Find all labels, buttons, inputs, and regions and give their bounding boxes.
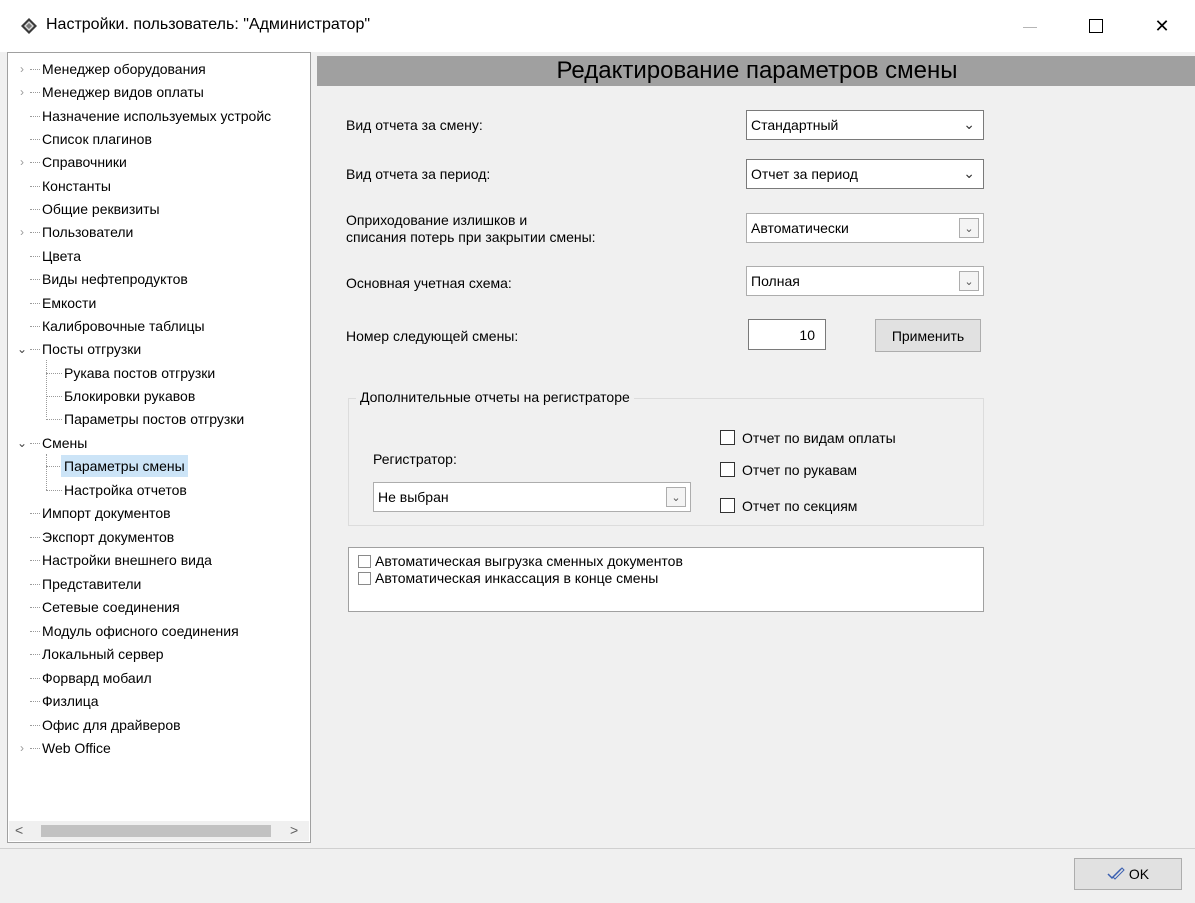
tree-item-plugins[interactable]: Список плагинов [42, 128, 152, 150]
apply-button[interactable]: Применить [875, 319, 981, 352]
scheme-label: Основная учетная схема: [346, 275, 512, 291]
group-title: Дополнительные отчеты на регистраторе [356, 389, 634, 405]
settings-tree[interactable]: › Менеджер оборудования › Менеджер видов… [7, 52, 311, 843]
hoses-report-label: Отчет по рукавам [742, 462, 858, 478]
tree-item-office-module[interactable]: Модуль офисного соединения [42, 620, 239, 642]
footer-bar [0, 848, 1195, 903]
chevron-down-icon: ⌄ [666, 487, 686, 507]
scheme-select[interactable]: Полная ⌄ [746, 266, 984, 296]
registrar-label: Регистратор: [373, 451, 457, 467]
close-button[interactable]: ✕ [1129, 0, 1195, 52]
auto-upload-checkbox[interactable] [358, 555, 371, 568]
payment-report-checkbox[interactable] [720, 430, 735, 445]
scroll-thumb[interactable] [41, 825, 271, 837]
diamond-app-icon [21, 18, 37, 34]
period-report-value: Отчет за период [751, 166, 858, 182]
tree-item-constants[interactable]: Константы [42, 175, 111, 197]
collapsed-chevron-icon[interactable]: › [16, 58, 28, 80]
chevron-down-icon: ⌄ [959, 271, 979, 291]
surplus-label-line2: списания потерь при закрытии смены: [346, 229, 596, 245]
ok-label: OK [1128, 866, 1150, 882]
tree-item-appearance[interactable]: Настройки внешнего вида [42, 549, 212, 571]
period-report-label: Вид отчета за период: [346, 166, 491, 182]
registrar-value: Не выбран [378, 489, 449, 505]
tree-item-export[interactable]: Экспорт документов [42, 526, 174, 548]
tree-item-representatives[interactable]: Представители [42, 573, 141, 595]
expanded-chevron-icon[interactable]: ⌄ [16, 338, 28, 360]
chevron-down-icon: ⌄ [963, 165, 975, 181]
collapsed-chevron-icon[interactable]: › [16, 737, 28, 759]
tree-item-calibration[interactable]: Калибровочные таблицы [42, 315, 205, 337]
ok-button[interactable]: OK [1074, 858, 1182, 890]
scroll-right-icon[interactable]: > [290, 822, 298, 838]
collapsed-chevron-icon[interactable]: › [16, 221, 28, 243]
close-icon: ✕ [1154, 15, 1170, 36]
tree-item-colors[interactable]: Цвета [42, 245, 81, 267]
tree-item-device-assignment[interactable]: Назначение используемых устройс [42, 105, 271, 127]
next-shift-input[interactable]: 10 [748, 319, 826, 350]
title-bar: Настройки. пользователь: "Администратор"… [0, 0, 1195, 52]
tree-item-individuals[interactable]: Физлица [42, 690, 99, 712]
sections-report-checkbox[interactable] [720, 498, 735, 513]
hoses-report-checkbox[interactable] [720, 462, 735, 477]
window-title: Настройки. пользователь: "Администратор" [46, 16, 371, 33]
registrar-select[interactable]: Не выбран ⌄ [373, 482, 691, 512]
next-shift-label: Номер следующей смены: [346, 328, 519, 344]
scroll-left-icon[interactable]: < [15, 822, 23, 838]
auto-collection-label: Автоматическая инкассация в конце смены [375, 570, 659, 586]
tree-item-directories[interactable]: Справочники [42, 151, 127, 173]
chevron-down-icon: ⌄ [963, 116, 975, 132]
tree-item-local-server[interactable]: Локальный сервер [42, 643, 164, 665]
tree-item-hose-locks[interactable]: Блокировки рукавов [64, 385, 195, 407]
shift-report-select[interactable]: Стандартный ⌄ [746, 110, 984, 140]
shift-report-label: Вид отчета за смену: [346, 117, 483, 133]
collapsed-chevron-icon[interactable]: › [16, 151, 28, 173]
tree-item-web-office[interactable]: Web Office [42, 737, 111, 759]
scheme-value: Полная [751, 273, 800, 289]
period-report-select[interactable]: Отчет за период ⌄ [746, 159, 984, 189]
payment-report-label: Отчет по видам оплаты [742, 430, 896, 446]
next-shift-value: 10 [799, 327, 815, 343]
tree-item-tanks[interactable]: Емкости [42, 292, 96, 314]
auto-upload-label: Автоматическая выгрузка сменных документ… [375, 553, 683, 569]
auto-collection-checkbox[interactable] [358, 572, 371, 585]
tree-item-shifts[interactable]: Смены [42, 432, 87, 454]
tree-item-driver-office[interactable]: Офис для драйверов [42, 714, 181, 736]
maximize-icon [1089, 19, 1103, 33]
expanded-chevron-icon[interactable]: ⌄ [16, 432, 28, 454]
tree-item-equipment-manager[interactable]: Менеджер оборудования [42, 58, 206, 80]
tree-item-report-settings[interactable]: Настройка отчетов [64, 479, 187, 501]
surplus-select[interactable]: Автоматически ⌄ [746, 213, 984, 243]
tree-item-import[interactable]: Импорт документов [42, 502, 171, 524]
checkmark-pencil-icon [1107, 867, 1125, 880]
maximize-button[interactable] [1063, 0, 1129, 52]
surplus-value: Автоматически [751, 220, 849, 236]
tree-item-payment-manager[interactable]: Менеджер видов оплаты [42, 81, 204, 103]
chevron-down-icon: ⌄ [959, 218, 979, 238]
tree-item-users[interactable]: Пользователи [42, 221, 133, 243]
minimize-icon: — [1023, 18, 1037, 34]
page-title: Редактирование параметров смены [556, 57, 958, 84]
tree-item-common-props[interactable]: Общие реквизиты [42, 198, 160, 220]
minimize-button[interactable]: — [997, 0, 1063, 52]
shift-report-value: Стандартный [751, 117, 839, 133]
tree-item-network[interactable]: Сетевые соединения [42, 596, 180, 618]
collapsed-chevron-icon[interactable]: › [16, 81, 28, 103]
tree-item-forward-mobile[interactable]: Форвард мобаил [42, 667, 152, 689]
tree-item-shift-params[interactable]: Параметры смены [61, 455, 188, 477]
horizontal-scrollbar[interactable]: < > [9, 821, 309, 841]
tree-item-oil-products[interactable]: Виды нефтепродуктов [42, 268, 188, 290]
tree-item-dispensers[interactable]: Посты отгрузки [42, 338, 141, 360]
sections-report-label: Отчет по секциям [742, 498, 858, 514]
tree-item-hoses[interactable]: Рукава постов отгрузки [64, 362, 215, 384]
surplus-label-line1: Оприходование излишков и [346, 212, 528, 228]
tree-item-dispenser-params[interactable]: Параметры постов отгрузки [64, 408, 244, 430]
